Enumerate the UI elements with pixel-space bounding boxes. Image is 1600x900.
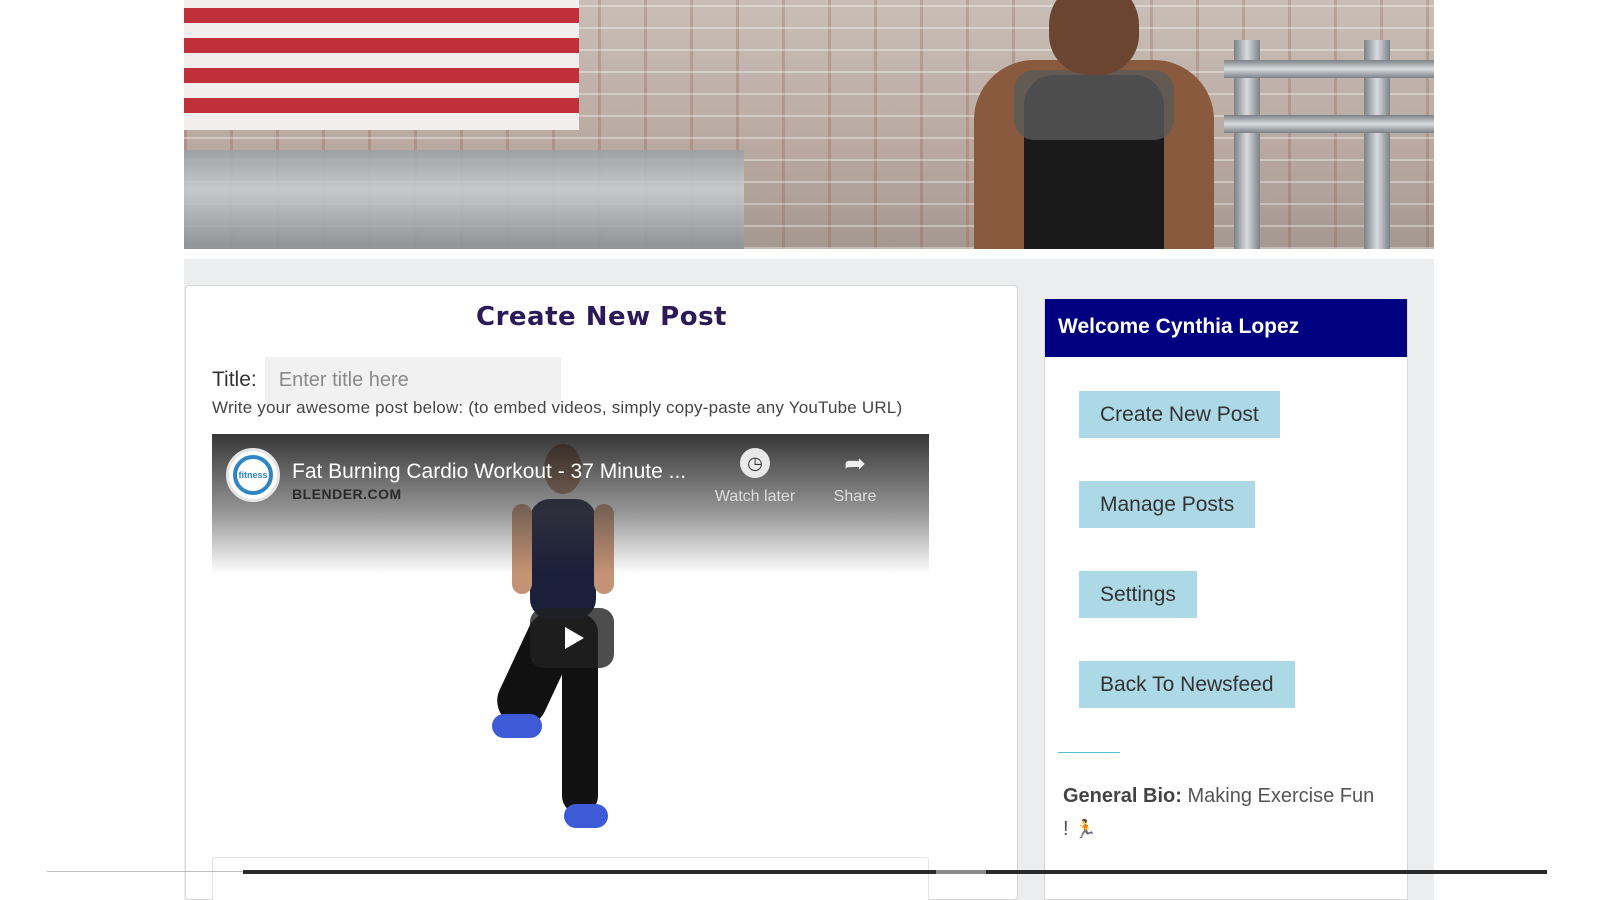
channel-subtitle: BLENDER.COM [292, 486, 402, 502]
play-icon [564, 627, 584, 649]
scrollbar-thumb[interactable] [936, 870, 986, 874]
video-title[interactable]: Fat Burning Cardio Workout - 37 Minute .… [292, 460, 686, 484]
clock-icon: ◷ [740, 448, 770, 478]
title-label: Title: [212, 368, 257, 391]
flag-graphic [184, 0, 579, 130]
watch-later-label: Watch later [714, 488, 796, 505]
settings-button[interactable]: Settings [1079, 571, 1197, 618]
horizontal-scrollbar[interactable] [243, 870, 1547, 874]
title-row: Title: [212, 356, 561, 404]
share-icon: ➦ [844, 448, 866, 478]
watch-later-button[interactable]: ◷ Watch later [705, 448, 805, 506]
welcome-header: Welcome Cynthia Lopez [1045, 299, 1407, 357]
channel-logo-icon[interactable]: fitness [226, 448, 280, 502]
back-to-newsfeed-button[interactable]: Back To Newsfeed [1079, 661, 1295, 708]
share-button[interactable]: ➦ Share [805, 448, 905, 506]
manage-posts-button[interactable]: Manage Posts [1079, 481, 1256, 528]
youtube-embed[interactable]: fitness BLENDER.COM Fat Burning Cardio W… [212, 434, 929, 834]
create-post-card: Create New Post Title: Write your awesom… [185, 285, 1018, 900]
bio-label: General Bio: [1063, 785, 1182, 807]
page-title: Create New Post [476, 302, 727, 332]
sidebar: Welcome Cynthia Lopez Create New Post Ma… [1044, 299, 1408, 900]
divider [1058, 752, 1120, 753]
ceiling-pipes [184, 150, 744, 249]
share-label: Share [833, 488, 877, 505]
create-new-post-button[interactable]: Create New Post [1079, 391, 1280, 438]
general-bio: General Bio: Making Exercise Fun ! 🏃 [1063, 780, 1383, 846]
editor-area[interactable] [212, 857, 929, 900]
play-button[interactable] [530, 608, 614, 668]
banner-person [974, 0, 1214, 249]
runner-icon: 🏃 [1074, 819, 1097, 840]
editor-instructions: Write your awesome post below: (to embed… [212, 398, 903, 417]
title-input[interactable] [264, 356, 561, 404]
banner-image [184, 0, 1434, 249]
